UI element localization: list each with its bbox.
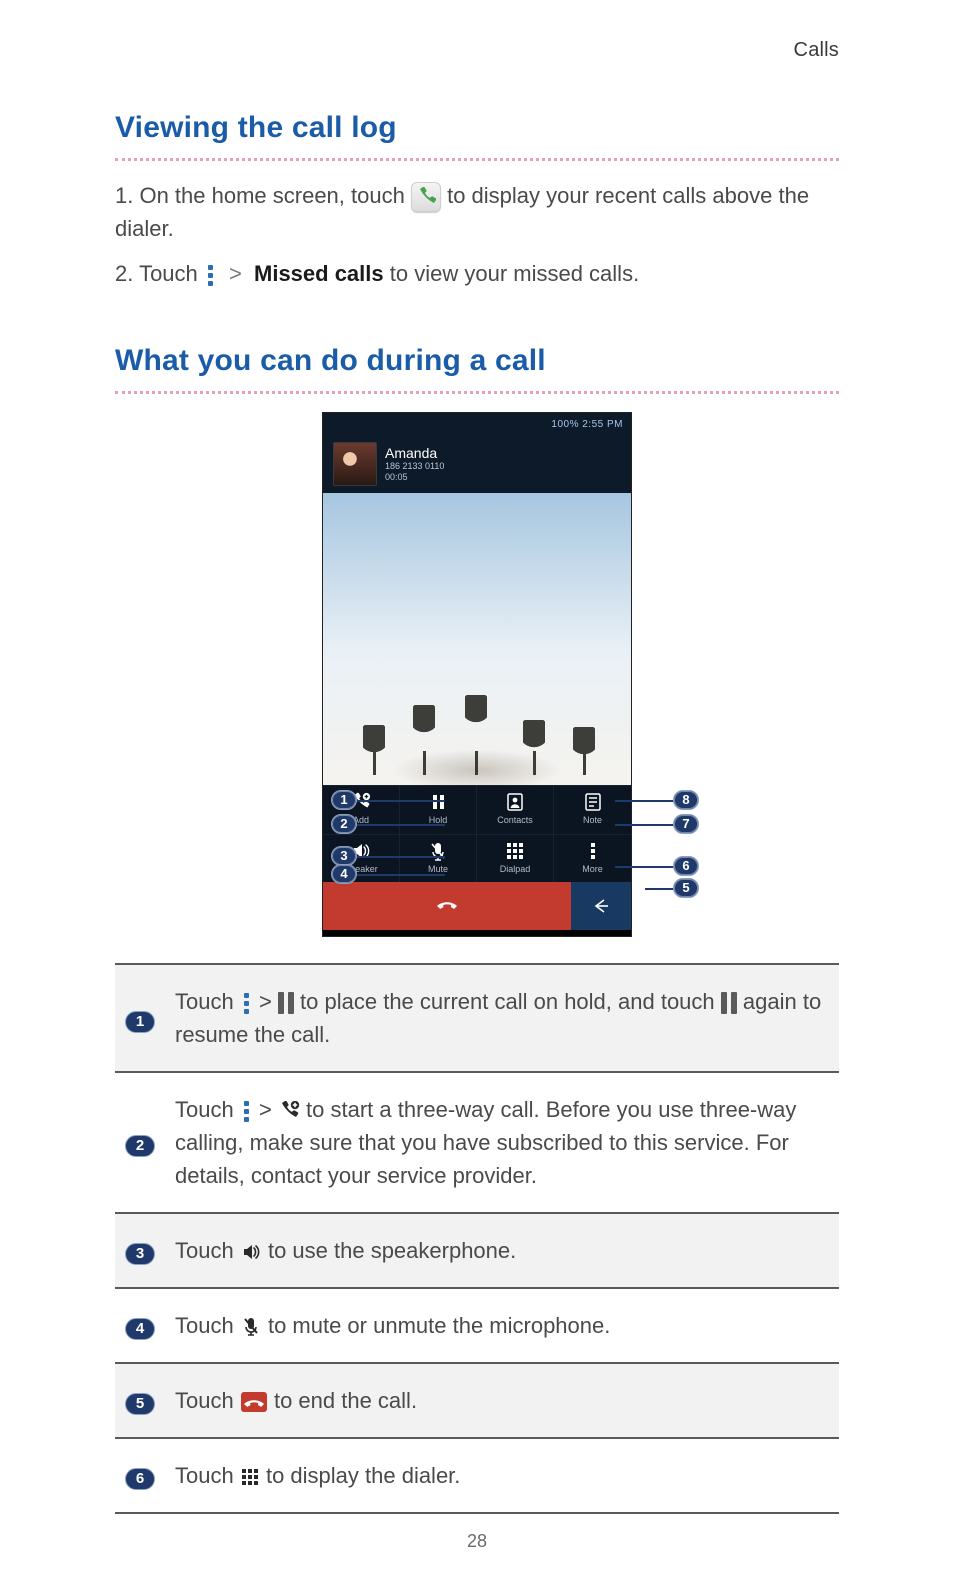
endcall-row — [323, 882, 631, 930]
table-row: 2 Touch > to start a three-way call. Bef… — [115, 1072, 839, 1213]
more-icon — [583, 841, 603, 861]
row-badge-2: 2 — [125, 1135, 155, 1157]
call-elapsed: 00:05 — [385, 472, 444, 483]
controls-row-1: Add Hold Contacts Note — [323, 785, 631, 834]
more-options-icon — [240, 1101, 253, 1122]
ctrl-contacts-label: Contacts — [477, 814, 553, 828]
end-call-button[interactable] — [323, 882, 571, 930]
screenshot-figure: 100% 2:55 PM Amanda 186 2133 0110 00:05 — [115, 412, 839, 937]
ctrl-hold[interactable]: Hold — [400, 785, 477, 834]
avatar — [333, 442, 377, 486]
call-wallpaper — [323, 493, 631, 785]
step2-bold: Missed calls — [254, 261, 384, 286]
table-row: 4 Touch to mute or unmute the microphone… — [115, 1288, 839, 1363]
note-icon — [583, 792, 603, 812]
android-navbar — [323, 930, 631, 937]
callout-table: 1 Touch > to place the current call on h… — [115, 963, 839, 1514]
callout-8: 8 — [673, 790, 699, 810]
table-row: 5 Touch to end the call. — [115, 1363, 839, 1438]
more-options-icon — [240, 993, 253, 1014]
step1-prefix: 1. On the home screen, touch — [115, 183, 411, 208]
speaker-icon — [240, 1242, 262, 1262]
status-right: 100% 2:55 PM — [551, 417, 623, 432]
more-options-icon — [204, 265, 217, 286]
row-text-5: Touch to end the call. — [165, 1363, 839, 1438]
callout-2: 2 — [331, 814, 357, 834]
step2-suffix: to view your missed calls. — [390, 261, 639, 286]
step-2: 2. Touch > Missed calls to view your mis… — [115, 257, 839, 290]
call-header: Amanda 186 2133 0110 00:05 — [323, 435, 631, 493]
heading-during-call: What you can do during a call — [115, 338, 839, 383]
row-text-4: Touch to mute or unmute the microphone. — [165, 1288, 839, 1363]
heading-viewing-call-log: Viewing the call log — [115, 105, 839, 150]
row-text-3: Touch to use the speakerphone. — [165, 1213, 839, 1288]
end-call-icon — [434, 894, 460, 918]
callout-5: 5 — [673, 878, 699, 898]
end-call-icon — [240, 1392, 268, 1412]
add-call-icon — [278, 1101, 300, 1121]
ctrl-dialpad[interactable]: Dialpad — [477, 834, 554, 883]
pause-icon — [278, 992, 294, 1014]
dialpad-icon — [505, 841, 525, 861]
return-button[interactable] — [571, 882, 631, 930]
dialer-app-icon — [411, 182, 441, 212]
ctrl-more[interactable]: More — [554, 834, 631, 883]
mute-icon — [240, 1316, 262, 1338]
ctrl-dialpad-label: Dialpad — [477, 863, 553, 877]
phone-mock: 100% 2:55 PM Amanda 186 2133 0110 00:05 — [322, 412, 632, 937]
hold-icon — [428, 792, 448, 812]
ctrl-contacts[interactable]: Contacts — [477, 785, 554, 834]
running-head: Calls — [115, 35, 839, 65]
contacts-icon — [505, 792, 525, 812]
callout-7: 7 — [673, 814, 699, 834]
pause-icon — [721, 992, 737, 1014]
page-number: 28 — [0, 1528, 954, 1555]
row-badge-1: 1 — [125, 1011, 155, 1033]
table-row: 6 Touch to display the dialer. — [115, 1438, 839, 1513]
back-arrow-icon — [590, 896, 612, 916]
row-text-1: Touch > to place the current call on hol… — [165, 964, 839, 1072]
row-badge-6: 6 — [125, 1468, 155, 1490]
step-1: 1. On the home screen, touch to display … — [115, 179, 839, 245]
page: Calls Viewing the call log 1. On the hom… — [0, 0, 954, 1577]
table-row: 3 Touch to use the speakerphone. — [115, 1213, 839, 1288]
row-text-2: Touch > to start a three-way call. Befor… — [165, 1072, 839, 1213]
step2-gt: > — [223, 261, 248, 286]
divider-dotted — [115, 158, 839, 161]
dialpad-icon — [240, 1467, 260, 1487]
section-body: 1. On the home screen, touch to display … — [115, 179, 839, 290]
callout-6: 6 — [673, 856, 699, 876]
step2-prefix: 2. Touch — [115, 261, 204, 286]
ctrl-more-label: More — [554, 863, 631, 877]
divider-dotted-2 — [115, 391, 839, 394]
row-text-6: Touch to display the dialer. — [165, 1438, 839, 1513]
callout-3: 3 — [331, 846, 357, 866]
row-badge-3: 3 — [125, 1243, 155, 1265]
callout-4: 4 — [331, 864, 357, 884]
caller-name: Amanda — [385, 446, 444, 461]
ctrl-note[interactable]: Note — [554, 785, 631, 834]
row-badge-4: 4 — [125, 1318, 155, 1340]
callout-1: 1 — [331, 790, 357, 810]
caller-number: 186 2133 0110 — [385, 461, 444, 472]
status-bar: 100% 2:55 PM — [323, 413, 631, 435]
row-badge-5: 5 — [125, 1393, 155, 1415]
table-row: 1 Touch > to place the current call on h… — [115, 964, 839, 1072]
